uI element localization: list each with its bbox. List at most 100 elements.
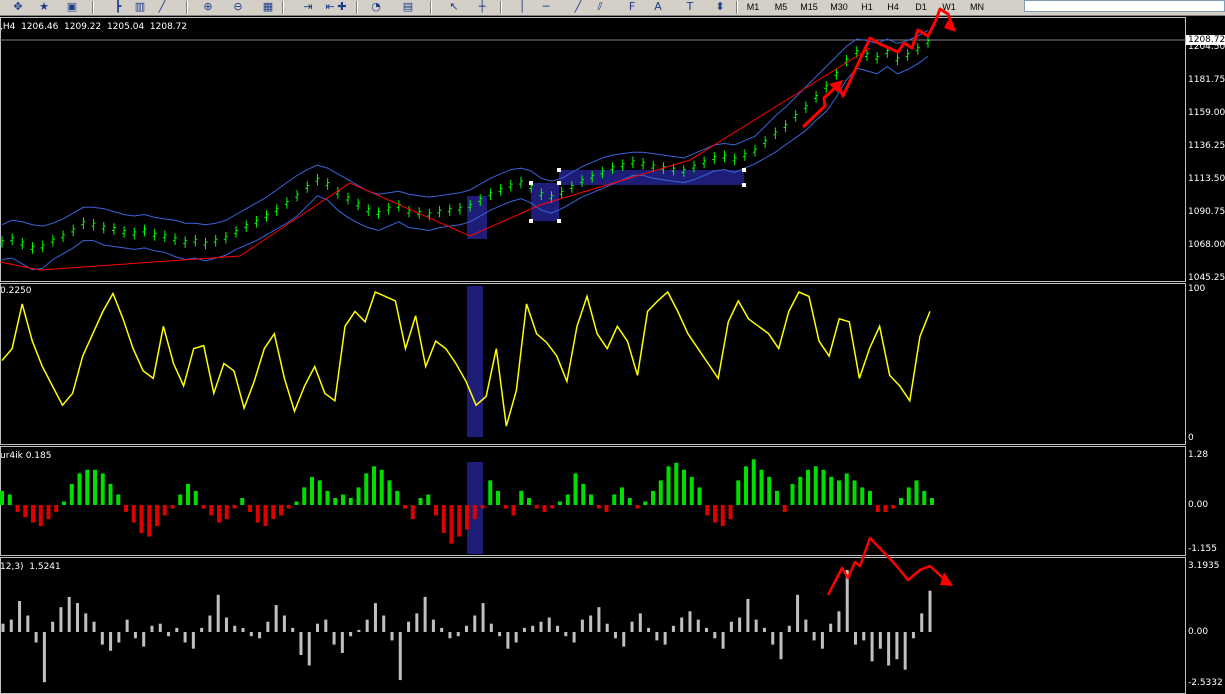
gray-histogram-bar bbox=[572, 632, 576, 643]
gray-histogram-bar bbox=[920, 613, 924, 632]
histogram-bar-positive bbox=[790, 483, 795, 505]
selection-handle bbox=[557, 219, 561, 223]
histogram-bar-negative bbox=[170, 505, 175, 509]
histogram-bar-positive bbox=[527, 498, 531, 505]
histogram-bar-positive bbox=[178, 494, 183, 505]
price-axis-label: 1159.00 bbox=[1188, 108, 1225, 118]
histogram-bar-positive bbox=[426, 494, 431, 505]
gray-histogram-bar bbox=[870, 632, 874, 662]
gray-histogram-bar bbox=[167, 632, 171, 637]
histogram-bar-positive bbox=[333, 498, 338, 505]
selection-handle bbox=[557, 181, 561, 185]
gray-histogram-bar bbox=[191, 632, 195, 649]
histogram-bar-negative bbox=[209, 505, 214, 516]
price-axis-label: 1204.50 bbox=[1188, 42, 1225, 52]
selection-handle bbox=[529, 181, 533, 185]
gray-histogram-bar bbox=[150, 625, 154, 632]
gray-histogram-bar bbox=[67, 596, 71, 632]
gray-histogram-bar bbox=[183, 632, 187, 643]
gray-histogram-bar bbox=[216, 594, 220, 632]
histogram-bar-positive bbox=[651, 490, 655, 505]
histogram-bar-negative bbox=[465, 505, 469, 530]
gray-histogram-bar bbox=[605, 623, 609, 632]
histogram-bar-positive bbox=[922, 490, 927, 505]
price-axis-label: 1045.25 bbox=[1188, 273, 1225, 283]
histogram-bar-negative bbox=[248, 505, 252, 512]
histogram-bar-positive bbox=[852, 480, 857, 505]
histogram-bar-positive bbox=[186, 483, 190, 505]
histogram-bar-positive bbox=[620, 487, 624, 505]
histogram-bar-positive bbox=[736, 480, 741, 505]
gray-histogram-bar bbox=[887, 632, 891, 666]
histogram-bar-positive bbox=[837, 480, 841, 505]
histogram-bar-positive bbox=[372, 466, 376, 505]
gray-histogram-bar bbox=[431, 619, 435, 632]
histogram-bar-negative bbox=[511, 505, 516, 516]
histogram-bar-positive bbox=[240, 498, 245, 505]
histogram-bar-positive bbox=[744, 466, 748, 505]
histogram-bar-negative bbox=[162, 505, 167, 516]
histogram-bar-positive bbox=[7, 494, 12, 505]
gray-histogram-bar bbox=[878, 632, 882, 649]
gray-histogram-bar bbox=[373, 603, 377, 632]
histogram-bar-positive bbox=[496, 490, 500, 505]
oscillator-line bbox=[1, 290, 931, 427]
histogram-bar-positive bbox=[558, 501, 562, 505]
histogram-bar-negative bbox=[286, 505, 291, 509]
gray-histogram-bar bbox=[498, 632, 502, 637]
selection-handle bbox=[742, 168, 746, 172]
gray-histogram-bar bbox=[473, 615, 477, 632]
histogram-bar-positive bbox=[0, 490, 4, 505]
histogram-bar-positive bbox=[341, 494, 345, 505]
gray-histogram-bar bbox=[506, 632, 510, 649]
histogram-bar-negative bbox=[139, 505, 144, 534]
gray-histogram-bar bbox=[349, 632, 353, 637]
histogram-bar-negative bbox=[131, 505, 136, 523]
histogram-bar-positive bbox=[829, 476, 834, 505]
gray-histogram-bar bbox=[580, 619, 584, 632]
histogram-bar-negative bbox=[875, 505, 880, 512]
gray-histogram-bar bbox=[754, 619, 758, 632]
gray-histogram-bar bbox=[448, 632, 452, 639]
gray-histogram-bar bbox=[365, 619, 369, 632]
histogram-bar-positive bbox=[395, 490, 400, 505]
histogram-bar-positive bbox=[860, 487, 865, 505]
histogram-bar-negative bbox=[596, 505, 601, 509]
gray-histogram-bar bbox=[680, 617, 684, 632]
histogram-bar-positive bbox=[806, 469, 810, 505]
price-axis-label: 1090.75 bbox=[1188, 207, 1225, 217]
histogram-bar-positive bbox=[682, 469, 686, 505]
histogram-bar-negative bbox=[155, 505, 159, 527]
gray-histogram-bar bbox=[911, 632, 915, 639]
histogram-bar-positive bbox=[844, 473, 849, 505]
gray-histogram-bar bbox=[696, 619, 700, 632]
histogram-bar-positive bbox=[100, 473, 105, 505]
zigzag-trendline bbox=[0, 47, 871, 271]
gray-histogram-bar bbox=[547, 617, 551, 632]
gray-histogram-bar bbox=[407, 621, 411, 632]
histogram-axis-label: 0.00 bbox=[1188, 500, 1209, 510]
histogram-bar-positive bbox=[868, 490, 872, 505]
gray-histogram-bar bbox=[84, 613, 88, 632]
histogram-bar-negative bbox=[635, 505, 640, 509]
selection-handle bbox=[557, 168, 561, 172]
gray-histogram-bar bbox=[787, 625, 791, 632]
gray-histogram-bar bbox=[647, 627, 651, 632]
gray-histogram-bar bbox=[456, 632, 460, 637]
histogram-bar-negative bbox=[271, 505, 276, 520]
gray-histogram-bar bbox=[274, 605, 278, 632]
histogram-bar-negative bbox=[705, 505, 710, 516]
gray-histogram-bar bbox=[109, 632, 113, 651]
histogram-bar-negative bbox=[480, 505, 485, 509]
price-axis-label: 1068.00 bbox=[1188, 240, 1225, 250]
price-axis-label: 1181.75 bbox=[1188, 75, 1225, 85]
gray-histogram-bar bbox=[903, 632, 907, 670]
histogram-bar-negative bbox=[15, 505, 20, 512]
gray-histogram-bar bbox=[721, 632, 725, 649]
histogram-bar-positive bbox=[581, 483, 586, 505]
histogram-bar-positive bbox=[627, 498, 632, 505]
histogram-bar-negative bbox=[23, 505, 28, 518]
histogram-axis-label: 1.28 bbox=[1188, 450, 1209, 460]
histogram-bar-negative bbox=[263, 505, 268, 527]
histogram-bar-positive bbox=[488, 480, 493, 505]
